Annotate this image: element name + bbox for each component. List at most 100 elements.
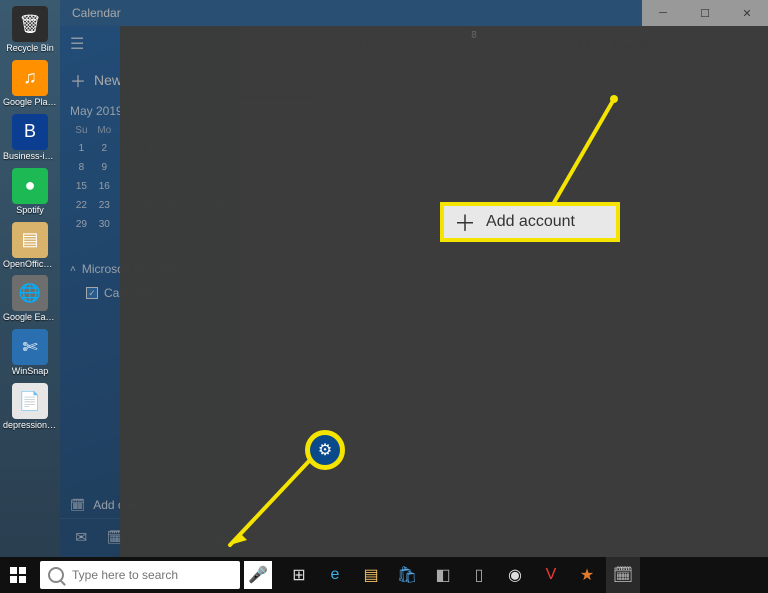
calendar-day-cell[interactable]: 17: [318, 465, 396, 557]
mini-day-cell[interactable]: 28: [207, 196, 230, 215]
mini-day-cell[interactable]: 17: [116, 177, 139, 196]
app-icon-1[interactable]: ◧: [426, 557, 460, 593]
mini-day-cell[interactable]: 11: [139, 158, 162, 177]
mini-next-button[interactable]: ↓: [216, 104, 230, 118]
mini-day-cell[interactable]: 31: [116, 215, 139, 234]
file-explorer-icon[interactable]: ▤: [354, 557, 388, 593]
mini-day-cell[interactable]: 12: [161, 158, 184, 177]
app-icon-2[interactable]: ▯: [462, 557, 496, 593]
calendar-day-cell[interactable]: 2: [240, 282, 318, 374]
mini-dow-header: Sa: [207, 122, 230, 139]
todo-icon[interactable]: ✓: [172, 525, 196, 549]
dow-header[interactable]: Tuesday: [394, 68, 471, 98]
task-view-icon[interactable]: ⊞: [282, 557, 316, 593]
edge-icon[interactable]: e: [318, 557, 352, 593]
mini-day-cell[interactable]: 20: [184, 177, 207, 196]
mini-day-cell[interactable]: 4: [139, 139, 162, 158]
mini-day-cell[interactable]: 9: [93, 158, 116, 177]
mini-day-cell[interactable]: 21: [207, 177, 230, 196]
maximize-button[interactable]: [684, 0, 726, 26]
mini-day-cell[interactable]: 30: [93, 215, 116, 234]
calendar-day-cell[interactable]: 16: [240, 465, 318, 557]
minimize-button[interactable]: [642, 0, 684, 26]
calendar-day-cell[interactable]: 5: [473, 282, 551, 374]
calendar-day-cell[interactable]: 26: [240, 190, 318, 282]
mini-day-cell[interactable]: 3: [116, 139, 139, 158]
calendar-day-cell[interactable]: 22: [473, 98, 551, 190]
next-month-button[interactable]: ↓: [278, 33, 300, 61]
calendar-day-cell[interactable]: 4: [395, 282, 473, 374]
calendar-day-cell[interactable]: 3: [318, 282, 396, 374]
chrome-icon[interactable]: ◉: [498, 557, 532, 593]
mini-day-cell[interactable]: 10: [116, 158, 139, 177]
calendar-day-cell[interactable]: 27: [318, 190, 396, 282]
calendar-day-cell[interactable]: 21: [395, 98, 473, 190]
mini-day-cell[interactable]: 13: [184, 158, 207, 177]
add-calendars-button[interactable]: 🗓 Add calendars: [60, 488, 240, 518]
calendar-day-cell[interactable]: 18: [395, 465, 473, 557]
mini-day-cell[interactable]: 16: [93, 177, 116, 196]
store-icon[interactable]: 🛍: [390, 557, 424, 593]
cortana-mic-icon[interactable]: 🎤: [244, 561, 272, 589]
start-button[interactable]: [0, 557, 36, 593]
mini-day-cell[interactable]: 19: [161, 177, 184, 196]
calendar-taskbar-icon[interactable]: 🗓: [606, 557, 640, 593]
mini-day-cell[interactable]: 8: [70, 158, 93, 177]
checkbox-checked-icon[interactable]: ✓: [86, 287, 98, 299]
mini-day-cell[interactable]: 22: [70, 196, 93, 215]
desktop-icon[interactable]: ✄ WinSnap: [3, 329, 57, 377]
mini-day-cell[interactable]: 5: [161, 139, 184, 158]
calendar-day-cell[interactable]: 11: [395, 373, 473, 465]
people-icon[interactable]: 👥: [138, 525, 162, 549]
desktop-icon[interactable]: 🌐 Google Earth Pro: [3, 275, 57, 323]
desktop-icon-label: Spotify: [16, 206, 44, 216]
mini-prev-button[interactable]: ↑: [202, 104, 216, 118]
calendar-plus-icon: 🗓: [70, 498, 85, 512]
mini-day-cell[interactable]: 2: [93, 139, 116, 158]
mini-day-cell[interactable]: 15: [70, 177, 93, 196]
titlebar: Calendar: [60, 0, 768, 26]
dow-header[interactable]: Wednesday: [471, 68, 550, 98]
calendar-day-cell[interactable]: 19: [473, 465, 551, 557]
mini-day-cell[interactable]: 27: [184, 196, 207, 215]
mini-day-cell[interactable]: 26: [161, 196, 184, 215]
add-account-button[interactable]: ＋ Add account: [561, 94, 758, 136]
calendar-day-cell[interactable]: 20: [318, 98, 396, 190]
close-button[interactable]: [726, 0, 768, 26]
mini-day-cell[interactable]: 29: [70, 215, 93, 234]
mini-day-cell[interactable]: 7: [207, 139, 230, 158]
mini-day-cell[interactable]: 23: [93, 196, 116, 215]
search-input[interactable]: [72, 568, 232, 582]
taskbar-search[interactable]: [40, 561, 240, 589]
prev-month-button[interactable]: ↑: [250, 33, 272, 61]
app-icon-3[interactable]: ★: [570, 557, 604, 593]
desktop-icon[interactable]: ♫ Google Play Music Des…: [3, 60, 57, 108]
today-button[interactable]: 🗓 Today: [404, 36, 474, 58]
desktop-icon[interactable]: 🗑 Recycle Bin: [3, 6, 57, 54]
day-view-button[interactable]: 🗓 Day: [480, 36, 540, 58]
hamburger-icon[interactable]: ☰: [70, 34, 230, 54]
mini-day-cell[interactable]: 25: [139, 196, 162, 215]
account-calendar-item[interactable]: ✓ Calendar: [86, 286, 230, 300]
annotation-add-account-callout: ＋ Add account: [440, 202, 620, 242]
desktop-icon[interactable]: 📄 depression-…: [3, 383, 57, 431]
calendar-day-cell[interactable]: 5/19: [240, 98, 318, 190]
dow-header[interactable]: Monday: [317, 68, 394, 98]
vivaldi-icon[interactable]: V: [534, 557, 568, 593]
account-header[interactable]: ˄ Microsoft account: [70, 262, 230, 276]
mini-day-cell[interactable]: 24: [116, 196, 139, 215]
dow-header[interactable]: Sunday: [240, 68, 317, 98]
mini-day-cell[interactable]: 1: [70, 139, 93, 158]
mini-day-cell[interactable]: 6: [184, 139, 207, 158]
desktop-icon[interactable]: ● Spotify: [3, 168, 57, 216]
desktop-icon[interactable]: B Business-in… 2016: [3, 114, 57, 162]
mini-day-cell[interactable]: 14: [207, 158, 230, 177]
new-event-button[interactable]: ＋ New event: [70, 68, 230, 92]
mail-icon[interactable]: ✉: [69, 525, 93, 549]
calendar-icon[interactable]: 🗓: [104, 525, 128, 549]
back-button[interactable]: ‹: [563, 39, 568, 55]
calendar-day-cell[interactable]: 12: [473, 373, 551, 465]
desktop-icon[interactable]: ▤ OpenOffice 4.1.6 (en-U…: [3, 222, 57, 270]
settings-gear-icon[interactable]: ⚙: [207, 525, 231, 549]
mini-day-cell[interactable]: 18: [139, 177, 162, 196]
